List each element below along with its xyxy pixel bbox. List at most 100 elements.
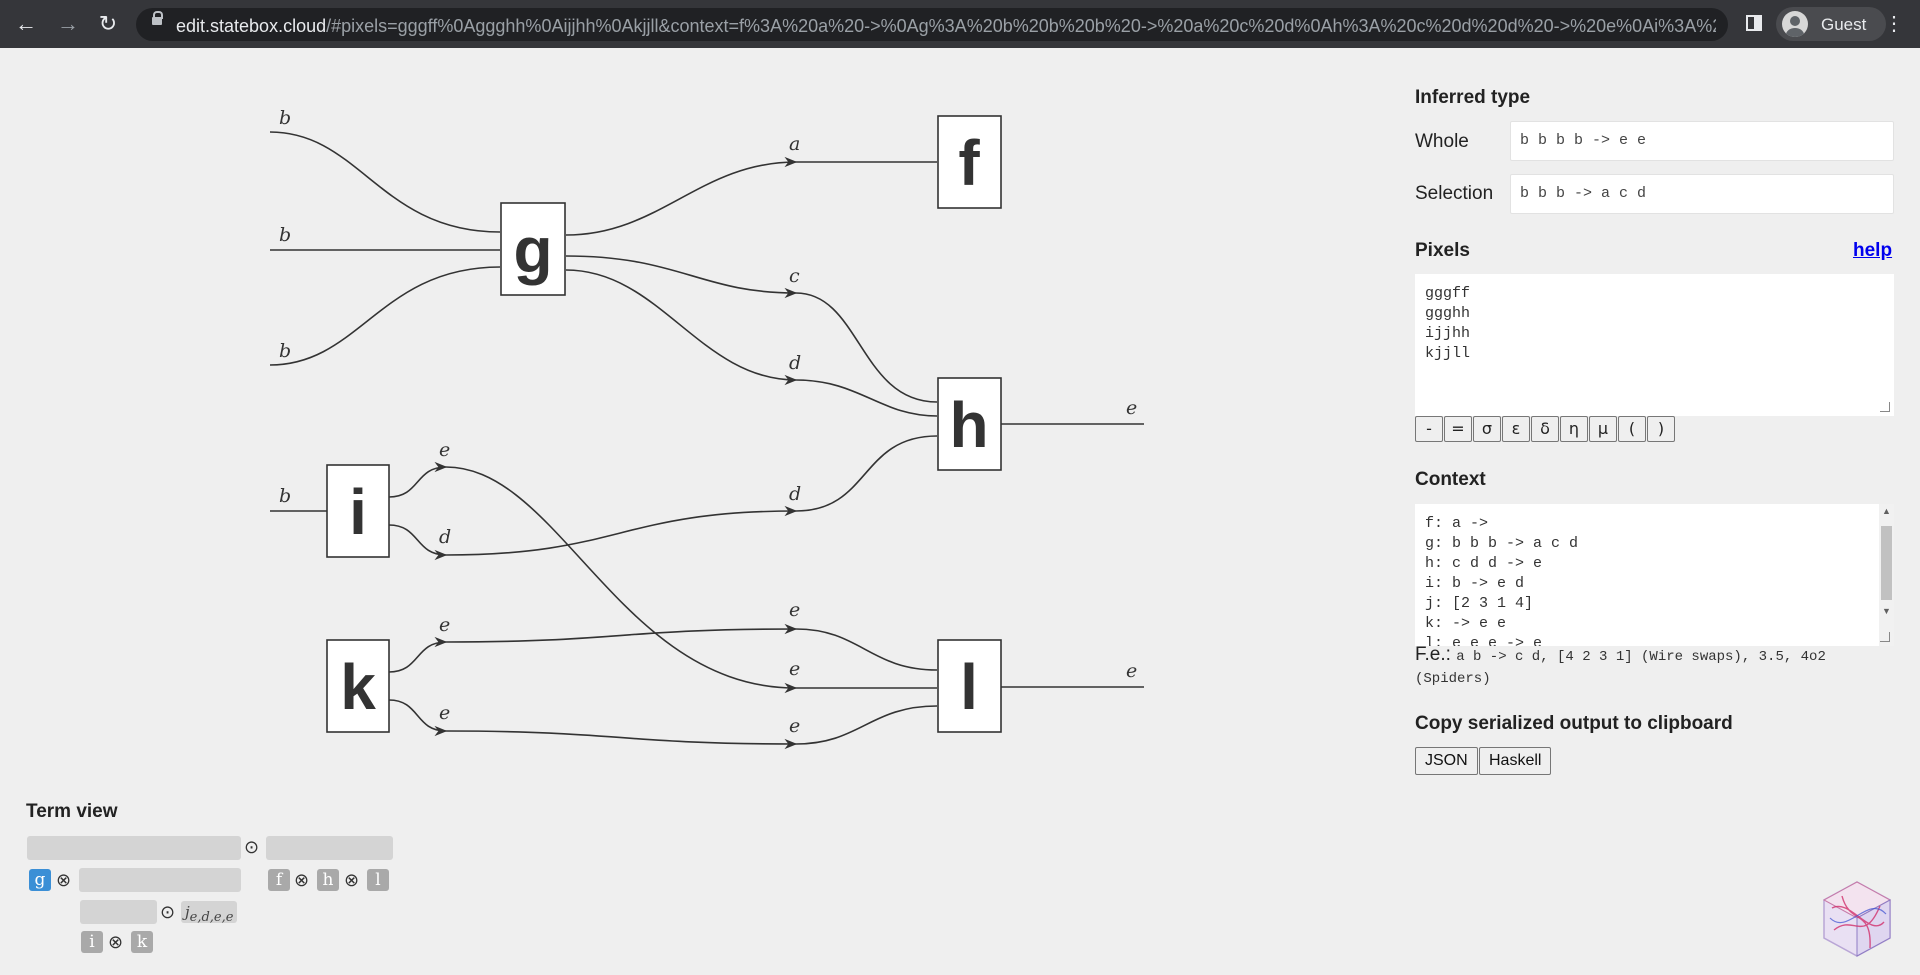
pixels-heading: Pixels xyxy=(1415,240,1470,261)
term-token-l[interactable]: l xyxy=(367,869,389,891)
side-panel-icon[interactable] xyxy=(1746,15,1762,31)
label-b-i: b xyxy=(279,485,291,507)
box-label-f: f xyxy=(958,127,980,199)
haskell-button[interactable]: Haskell xyxy=(1479,747,1552,775)
box-label-k: k xyxy=(340,651,376,723)
label-c: c xyxy=(789,265,800,287)
lock-icon xyxy=(152,11,163,25)
resize-grip-icon[interactable] xyxy=(1880,402,1890,412)
wire-a xyxy=(565,156,798,236)
whole-type-field: b b b b -> e e xyxy=(1510,121,1894,161)
symbol-minus-button[interactable]: - xyxy=(1415,416,1443,442)
term-token-j[interactable]: je,d,e,e xyxy=(181,901,238,925)
label-d-1: d xyxy=(789,352,801,374)
wire-e1-l xyxy=(795,628,938,671)
statebox-logo-icon xyxy=(1822,881,1892,957)
symbol-eta-button[interactable]: η xyxy=(1560,416,1588,442)
more-menu-icon[interactable]: ⋮ xyxy=(1884,12,1904,36)
reload-icon[interactable]: ↻ xyxy=(94,10,122,38)
box-label-i: i xyxy=(349,476,367,548)
label-d-2: d xyxy=(789,483,801,505)
compose-op: ⊙ xyxy=(160,902,176,922)
wire-e-i xyxy=(388,461,448,498)
label-e-i: e xyxy=(439,439,450,461)
scroll-up-icon[interactable]: ▲ xyxy=(1882,506,1891,516)
label-a: a xyxy=(789,133,800,155)
term-node-ik[interactable] xyxy=(80,900,157,924)
wire-e-k1 xyxy=(388,636,448,673)
label-e-l1: e xyxy=(789,599,800,621)
label-e-out1: e xyxy=(1126,397,1137,419)
wire-c-h xyxy=(795,292,938,403)
symbol-epsilon-button[interactable]: ε xyxy=(1502,416,1530,442)
symbol-equals-button[interactable]: = xyxy=(1444,416,1472,442)
json-button[interactable]: JSON xyxy=(1415,747,1478,775)
forward-icon[interactable]: → xyxy=(54,10,82,38)
term-token-h[interactable]: h xyxy=(317,869,339,891)
url-text[interactable]: edit.statebox.cloud/#pixels=gggff%0Agggh… xyxy=(176,16,1716,37)
wire-d-2 xyxy=(445,505,798,556)
symbol-sigma-button[interactable]: σ xyxy=(1473,416,1501,442)
term-view-title: Term view xyxy=(26,801,118,822)
resize-grip-icon[interactable] xyxy=(1880,632,1890,642)
box-label-h: h xyxy=(949,389,988,461)
selection-type-field: b b b -> a c d xyxy=(1510,174,1894,214)
scroll-thumb[interactable] xyxy=(1881,526,1892,600)
wire-e3-l xyxy=(795,705,938,745)
pixels-textarea[interactable]: gggff ggghh ijjhh kjjll xyxy=(1415,274,1894,416)
wire-e-cross xyxy=(445,466,798,694)
term-node-inner[interactable] xyxy=(79,868,241,892)
wire-e-top xyxy=(445,623,798,643)
tensor-op: ⊗ xyxy=(294,870,310,890)
tensor-op: ⊗ xyxy=(108,932,124,952)
profile-button[interactable]: Guest xyxy=(1776,7,1886,41)
term-token-i[interactable]: i xyxy=(81,931,103,953)
copy-heading: Copy serialized output to clipboard xyxy=(1415,713,1733,734)
address-bar[interactable]: edit.statebox.cloud/#pixels=gggff%0Agggh… xyxy=(136,8,1728,41)
back-icon[interactable]: ← xyxy=(12,10,40,38)
label-e-out2: e xyxy=(1126,660,1137,682)
label-b-3: b xyxy=(279,340,291,362)
context-textarea[interactable]: f: a -> g: b b b -> a c d h: c d d -> e … xyxy=(1415,504,1879,646)
compose-op: ⊙ xyxy=(244,837,260,857)
context-heading: Context xyxy=(1415,469,1486,490)
wire-d-1 xyxy=(565,269,798,386)
wire-d-i xyxy=(388,524,448,561)
symbol-rparen-button[interactable]: ) xyxy=(1647,416,1675,442)
symbol-toolbar: - = σ ε δ η μ ( ) xyxy=(1415,416,1675,442)
wire-b-3 xyxy=(269,266,501,366)
tensor-op: ⊗ xyxy=(344,870,360,890)
symbol-delta-button[interactable]: δ xyxy=(1531,416,1559,442)
browser-toolbar: ← → ↻ edit.statebox.cloud/#pixels=gggff%… xyxy=(0,0,1920,48)
wire-e-k2 xyxy=(388,699,448,737)
selection-label: Selection xyxy=(1415,183,1494,204)
label-b-1: b xyxy=(279,107,291,129)
symbol-lparen-button[interactable]: ( xyxy=(1618,416,1646,442)
label-e-l2: e xyxy=(789,658,800,680)
wire-d2-h xyxy=(795,435,938,512)
profile-name: Guest xyxy=(1821,15,1867,34)
term-token-k[interactable]: k xyxy=(131,931,153,953)
string-diagram[interactable]: g f h i k l b b b a c d d e b e d e e e … xyxy=(0,48,1400,798)
help-link[interactable]: help xyxy=(1853,240,1892,262)
label-e-k1: e xyxy=(439,614,450,636)
label-e-k2: e xyxy=(439,702,450,724)
label-b-2: b xyxy=(279,224,291,246)
inferred-type-heading: Inferred type xyxy=(1415,87,1531,108)
term-token-f[interactable]: f xyxy=(268,869,290,891)
term-token-g[interactable]: g xyxy=(29,869,51,891)
label-d-i: d xyxy=(439,526,451,548)
box-label-l: l xyxy=(960,651,978,723)
symbol-mu-button[interactable]: μ xyxy=(1589,416,1617,442)
wire-e-bot xyxy=(445,730,798,750)
term-node-right[interactable] xyxy=(266,836,393,860)
avatar xyxy=(1782,11,1808,37)
wire-b-1 xyxy=(269,131,501,233)
example-text: F.e.: a b -> c d, [4 2 3 1] (Wire swaps)… xyxy=(1415,644,1826,688)
term-node-left[interactable] xyxy=(27,836,241,860)
label-e-l3: e xyxy=(789,715,800,737)
whole-label: Whole xyxy=(1415,131,1469,152)
scroll-down-icon[interactable]: ▼ xyxy=(1882,606,1891,616)
context-scrollbar[interactable]: ▲ ▼ xyxy=(1879,504,1894,646)
tensor-op: ⊗ xyxy=(56,870,72,890)
